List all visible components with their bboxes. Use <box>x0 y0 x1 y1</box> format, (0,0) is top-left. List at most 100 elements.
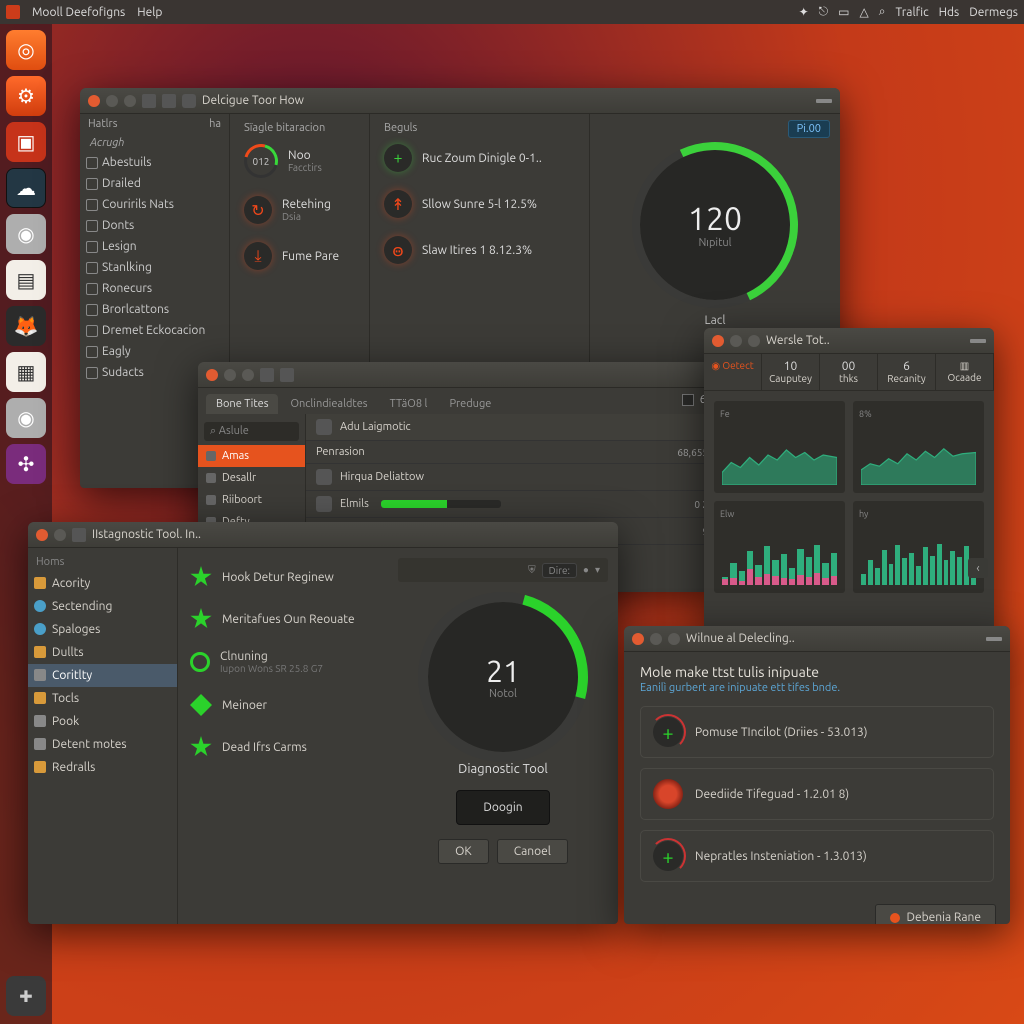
minimize-button[interactable] <box>730 335 742 347</box>
toolbar-tab[interactable]: 00thks <box>820 354 878 390</box>
toolbar-tab[interactable]: ▥Ocaade <box>936 354 994 390</box>
side-item[interactable]: Riiboort <box>198 489 305 511</box>
diag-item[interactable]: Dead Ifrs Carms <box>178 726 388 768</box>
sidebar-item[interactable]: Dullts <box>28 641 177 664</box>
row-label[interactable]: Elmils <box>340 498 369 510</box>
row-label[interactable]: Adu Laigmotic <box>340 421 411 433</box>
dialog-option[interactable]: Deediide Tifeguad - 1.2.01 8) <box>640 768 994 820</box>
sidebar-item[interactable]: Spaloges <box>28 618 177 641</box>
diag-item[interactable]: Meritafues Oun Reouate <box>178 598 388 640</box>
launcher-doc[interactable]: ▤ <box>6 260 46 300</box>
toolbar-tab[interactable]: ◉ Oetect <box>704 354 762 390</box>
min-dash-icon[interactable] <box>970 339 986 343</box>
sidebar-item[interactable]: Redralls <box>28 756 177 779</box>
launcher-camera[interactable]: ◉ <box>6 214 46 254</box>
toolbar-icon[interactable] <box>260 368 274 382</box>
close-button[interactable] <box>712 335 724 347</box>
sidebar-item[interactable]: Lesign <box>80 236 229 257</box>
cancel-button[interactable]: Canoel <box>497 839 568 864</box>
sidebar-item[interactable]: Acority <box>28 572 177 595</box>
titlebar[interactable]: Wilnue al Delecling.. <box>624 626 1010 652</box>
tray-icon[interactable]: ✦ <box>799 5 809 19</box>
run-button[interactable]: Doogin <box>456 790 549 825</box>
close-button[interactable] <box>632 633 644 645</box>
tray-demgs[interactable]: Dermegs <box>969 6 1018 19</box>
launcher-cloud[interactable]: ☁ <box>6 168 46 208</box>
toolbar-icon[interactable] <box>280 368 294 382</box>
row-label[interactable]: Hirqua Deliattow <box>340 471 424 483</box>
titlebar[interactable]: IIstagnostic Tool. In.. <box>28 522 618 548</box>
launcher-notes[interactable]: ▦ <box>6 352 46 392</box>
close-button[interactable] <box>206 369 218 381</box>
launcher-add[interactable]: ✚ <box>6 976 46 1016</box>
launcher-dash[interactable]: ◎ <box>6 30 46 70</box>
toolbar-icon[interactable] <box>142 94 156 108</box>
toolbar-tab[interactable]: 10Cauputey <box>762 354 820 390</box>
sidebar-item[interactable]: Couririls Nats <box>80 194 229 215</box>
titlebar[interactable]: Wersle Tot.. <box>704 328 994 354</box>
minimize-button[interactable] <box>106 95 118 107</box>
tray-icon[interactable]: ⎋ <box>819 5 829 19</box>
min-dash-icon[interactable] <box>816 99 832 103</box>
ok-button[interactable]: OK <box>438 839 489 864</box>
action-button[interactable]: Debenia Rane <box>875 904 996 924</box>
search-icon[interactable]: ⌕ <box>879 5 886 19</box>
sidebar-item[interactable]: Stanlking <box>80 257 229 278</box>
checkbox[interactable] <box>682 394 694 406</box>
minimize-button[interactable] <box>650 633 662 645</box>
sidebar-item[interactable]: Ronecurs <box>80 278 229 299</box>
launcher-camera2[interactable]: ◉ <box>6 398 46 438</box>
tab-label: Ocaade <box>947 372 981 383</box>
diag-item[interactable]: ClnuningIupon Wons SR 25.8 G7 <box>178 640 388 684</box>
sidebar-item[interactable]: Donts <box>80 215 229 236</box>
launcher-display[interactable]: ▣ <box>6 122 46 162</box>
minimize-button[interactable] <box>224 369 236 381</box>
tray-icon[interactable]: △ <box>860 5 869 19</box>
close-button[interactable] <box>88 95 100 107</box>
side-item[interactable]: Desallr <box>198 467 305 489</box>
close-button[interactable] <box>36 529 48 541</box>
titlebar[interactable]: Delcigue Toor How <box>80 88 840 114</box>
dialog-option[interactable]: +Pomuse TIncilot (Driies - 53.013) <box>640 706 994 758</box>
row-label[interactable]: Penrasion <box>316 446 365 458</box>
launcher-firefox[interactable]: 🦊 <box>6 306 46 346</box>
search-input[interactable]: ⌕ Aslule <box>204 422 299 441</box>
maximize-button[interactable] <box>124 95 136 107</box>
tab[interactable]: Bone Tites <box>206 394 278 414</box>
side-item[interactable]: Amas <box>198 445 305 467</box>
tray-traffic[interactable]: Tralfic <box>895 6 928 19</box>
tab[interactable]: Preduge <box>439 394 501 414</box>
toolbar-icon[interactable] <box>162 94 176 108</box>
sidebar-item[interactable]: Coritlty <box>28 664 177 687</box>
chevron-left-icon[interactable]: ‹ <box>968 558 988 578</box>
sidebar-item[interactable]: Eagly <box>80 341 229 362</box>
titlebar[interactable] <box>198 362 718 388</box>
sidebar-item[interactable]: Tocls <box>28 687 177 710</box>
min-dash-icon[interactable] <box>986 637 1002 641</box>
sidebar-item[interactable]: Dremet Eckocacion <box>80 320 229 341</box>
sidebar-item[interactable]: Sectending <box>28 595 177 618</box>
diag-item[interactable]: Meinoer <box>178 684 388 726</box>
sidebar-item[interactable]: Brorlcattons <box>80 299 229 320</box>
diag-item[interactable]: Hook Detur Reginew <box>178 556 388 598</box>
sidebar-item[interactable]: Detent motes <box>28 733 177 756</box>
sidebar-item[interactable]: Drailed <box>80 173 229 194</box>
dialog-option[interactable]: +Nepratles Insteniation - 1.3.013) <box>640 830 994 882</box>
minimize-button[interactable] <box>54 529 66 541</box>
tray-hds[interactable]: Hds <box>939 6 960 19</box>
menu-app[interactable]: Mooll Deefofigns <box>32 6 125 19</box>
tray-icon[interactable]: ▭ <box>838 5 849 19</box>
toolbar-icon[interactable] <box>72 528 86 542</box>
icon-button[interactable] <box>668 633 680 645</box>
maximize-button[interactable] <box>748 335 760 347</box>
launcher-app[interactable]: ✣ <box>6 444 46 484</box>
sidebar-item[interactable]: Abestuils <box>80 152 229 173</box>
tab[interactable]: Onclindiealdtes <box>280 394 377 414</box>
chevron-down-icon[interactable]: ▾ <box>595 564 600 576</box>
maximize-button[interactable] <box>242 369 254 381</box>
tab[interactable]: TTäO8 l <box>380 394 438 414</box>
launcher-gear[interactable]: ⚙ <box>6 76 46 116</box>
toolbar-tab[interactable]: 6Recanity <box>878 354 936 390</box>
sidebar-item[interactable]: Pook <box>28 710 177 733</box>
menu-help[interactable]: Help <box>137 6 162 19</box>
